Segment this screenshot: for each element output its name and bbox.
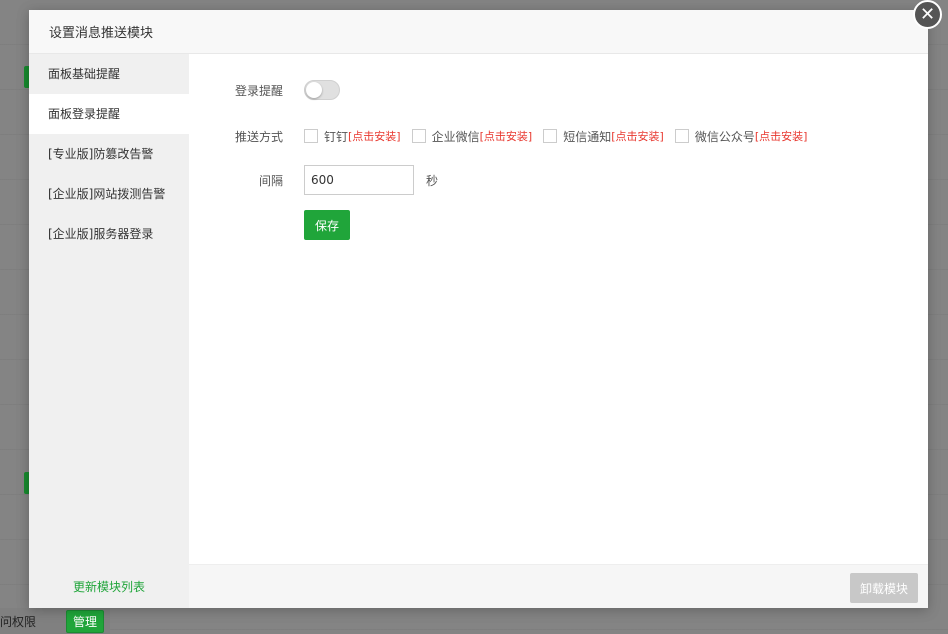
dingtalk-install-link[interactable]: [点击安装]	[348, 128, 401, 144]
sidebar-item-label: 面板登录提醒	[48, 107, 121, 121]
close-icon[interactable]: ✕	[913, 0, 942, 29]
background-permission-label: 问权限	[0, 614, 37, 629]
sidebar-item-site-probe-alert[interactable]: [企业版]网站拨测告警	[29, 174, 189, 214]
message-push-modal: 设置消息推送模块 面板基础提醒 面板登录提醒 [专业版]防篡改告警 [企业版]网…	[29, 10, 928, 608]
interval-unit-label: 秒	[426, 173, 439, 188]
modal-title: 设置消息推送模块	[49, 26, 154, 41]
uninstall-module-button[interactable]: 卸载模块	[849, 573, 918, 603]
push-method-row: 推送方式 钉钉 [点击安装] 企业微信 [点击安装] 短信通知 [点击安装] 微…	[189, 121, 818, 151]
save-row: 保存	[189, 210, 351, 240]
wechat-official-checkbox[interactable]	[674, 129, 689, 143]
save-button[interactable]: 保存	[304, 210, 351, 240]
push-option-sms: 短信通知 [点击安装]	[543, 128, 664, 145]
update-module-list-link[interactable]: 更新模块列表	[29, 564, 189, 608]
push-option-name: 短信通知	[563, 129, 612, 144]
modal-header: 设置消息推送模块	[29, 10, 928, 54]
background-manage-button[interactable]: 管理	[66, 609, 105, 633]
sidebar-item-label: [企业版]服务器登录	[48, 227, 154, 241]
push-method-label: 推送方式	[234, 129, 283, 144]
sidebar-item-label: [企业版]网站拨测告警	[48, 187, 166, 201]
login-alert-toggle[interactable]	[304, 80, 340, 100]
push-option-name: 微信公众号	[694, 129, 755, 144]
dingtalk-checkbox[interactable]	[304, 129, 318, 143]
wecom-checkbox[interactable]	[411, 129, 426, 143]
wecom-install-link[interactable]: [点击安装]	[480, 128, 533, 144]
modal-footer: 卸载模块	[189, 564, 928, 608]
interval-input[interactable]	[304, 165, 414, 195]
interval-label: 间隔	[258, 173, 283, 188]
push-option-name: 钉钉	[324, 129, 349, 144]
toggle-knob	[306, 82, 322, 98]
sms-checkbox[interactable]	[543, 129, 558, 143]
settings-content: 登录提醒 推送方式 钉钉 [点击安装] 企业微信 [点击安装] 短信通知 [点击…	[189, 54, 928, 608]
sidebar-item-label: [专业版]防篡改告警	[48, 147, 154, 161]
login-alert-label: 登录提醒	[234, 83, 283, 98]
sidebar-item-server-login[interactable]: [企业版]服务器登录	[29, 214, 189, 254]
push-option-wechat-official: 微信公众号 [点击安装]	[674, 128, 808, 145]
background-bottom-row: 问权限 管理	[0, 608, 110, 634]
sms-install-link[interactable]: [点击安装]	[611, 128, 664, 144]
sidebar-item-panel-login-alert[interactable]: 面板登录提醒	[29, 94, 189, 134]
modal-body: 面板基础提醒 面板登录提醒 [专业版]防篡改告警 [企业版]网站拨测告警 [企业…	[29, 54, 928, 608]
interval-row: 间隔 秒	[189, 165, 438, 195]
wechat-official-install-link[interactable]: [点击安装]	[755, 128, 808, 144]
sidebar-item-label: 面板基础提醒	[48, 67, 121, 81]
push-option-name: 企业微信	[431, 129, 480, 144]
push-option-wecom: 企业微信 [点击安装]	[411, 128, 533, 145]
push-option-dingtalk: 钉钉 [点击安装]	[304, 128, 401, 145]
module-sidebar: 面板基础提醒 面板登录提醒 [专业版]防篡改告警 [企业版]网站拨测告警 [企业…	[29, 54, 189, 608]
sidebar-item-panel-basic-alert[interactable]: 面板基础提醒	[29, 54, 189, 94]
login-alert-row: 登录提醒	[189, 75, 340, 105]
sidebar-item-tamper-alert[interactable]: [专业版]防篡改告警	[29, 134, 189, 174]
